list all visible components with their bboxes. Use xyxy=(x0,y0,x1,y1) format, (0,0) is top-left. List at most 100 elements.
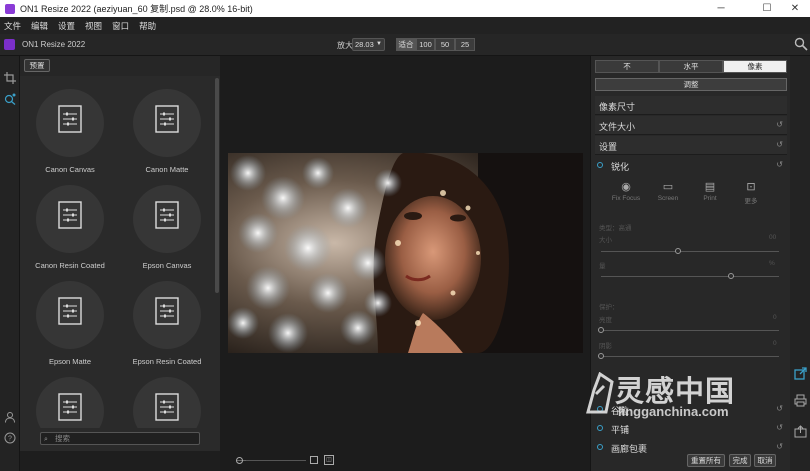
sharpen-print[interactable]: ▤ Print xyxy=(695,180,725,202)
section-settings[interactable]: 设置 ↺ xyxy=(595,136,787,155)
preset-canon-matte[interactable]: Canon Matte xyxy=(122,83,212,179)
reset-icon[interactable]: ↺ xyxy=(776,442,783,451)
zoom-50-button[interactable]: 50 xyxy=(435,38,455,51)
presets-search-input[interactable]: ⌕ 搜索 xyxy=(40,432,200,445)
help-icon[interactable]: ? xyxy=(4,432,16,444)
crop-icon[interactable] xyxy=(4,72,16,84)
adjust-button[interactable]: 调整 xyxy=(595,78,787,91)
threshold-slider-handle[interactable] xyxy=(727,273,734,279)
preset-label: Epson Canvas xyxy=(142,261,192,270)
sharpen-more[interactable]: ⊡ 更多 xyxy=(736,180,766,205)
reset-icon[interactable]: ↺ xyxy=(776,160,783,169)
preset-epson-canvas[interactable]: Epson Canvas xyxy=(122,179,212,275)
zoom-slider-rail xyxy=(246,460,306,461)
tab-horizontal[interactable]: 水平 xyxy=(659,60,723,73)
preset-epson-matte[interactable]: Epson Matte xyxy=(25,275,115,371)
preset-document-icon xyxy=(155,297,179,325)
section-sharpen[interactable]: 锐化 ↺ xyxy=(595,156,787,175)
preset-epson-resin-coated[interactable]: Epson Resin Coated xyxy=(122,275,212,371)
preset-label: Epson Matte xyxy=(48,357,92,366)
protect-brightness-label: 亮度 xyxy=(599,317,612,324)
zoom-tool-icon[interactable] xyxy=(793,36,809,52)
presets-header: 预置 xyxy=(20,56,220,76)
amount-slider-track[interactable] xyxy=(601,251,779,252)
done-button[interactable]: 完成 xyxy=(729,454,751,467)
close-button[interactable]: ✕ xyxy=(780,0,810,17)
section-pixel-dimensions[interactable]: 像素尺寸 xyxy=(595,96,787,115)
protect-shadows-handle[interactable] xyxy=(598,353,604,359)
app-logo-icon xyxy=(5,3,15,14)
amount-slider-handle[interactable] xyxy=(674,248,681,254)
toggle-icon[interactable] xyxy=(597,425,603,431)
preview-toggle-icon[interactable] xyxy=(310,456,318,464)
sharpen-type-label: Screen xyxy=(657,195,679,202)
preset-thumbnail xyxy=(133,89,201,157)
minimize-button[interactable]: ─ xyxy=(706,0,736,17)
preset-label: Canon Canvas xyxy=(45,165,95,174)
reset-icon[interactable]: ↺ xyxy=(776,140,783,149)
on1-logo-icon xyxy=(4,39,15,50)
zoom-select[interactable]: 28.03 ▼ xyxy=(352,38,385,51)
menu-bar: 文件 编辑 设置 视图 窗口 帮助 xyxy=(0,17,810,34)
photo-preview xyxy=(228,153,583,353)
print-icon[interactable] xyxy=(794,394,807,407)
compare-icon[interactable]: ◫ xyxy=(324,455,334,465)
protect-brightness-handle[interactable] xyxy=(598,327,604,333)
presets-scrollbar[interactable] xyxy=(215,78,219,293)
tab-pixels[interactable]: 像素 xyxy=(723,60,787,73)
presets-button[interactable]: 预置 xyxy=(24,59,50,72)
preset-item[interactable] xyxy=(25,371,115,428)
reset-icon[interactable]: ↺ xyxy=(776,423,783,432)
toggle-icon[interactable] xyxy=(597,162,603,168)
menu-edit[interactable]: 编辑 xyxy=(31,20,48,32)
toggle-icon[interactable] xyxy=(597,406,603,412)
zoom-25-button[interactable]: 25 xyxy=(455,38,475,51)
amount-value: 00 xyxy=(769,234,777,241)
menu-file[interactable]: 文件 xyxy=(4,20,21,32)
sharpen-type-label: 更多 xyxy=(744,198,758,205)
maximize-button[interactable]: ☐ xyxy=(752,0,782,17)
section-grain[interactable]: 谷粒 ↺ xyxy=(595,400,787,419)
menu-window[interactable]: 窗口 xyxy=(112,20,129,32)
user-icon[interactable] xyxy=(4,411,16,423)
section-tiling[interactable]: 平铺 ↺ xyxy=(595,419,787,438)
zoom-100-button[interactable]: 100 xyxy=(416,38,435,51)
toggle-icon[interactable] xyxy=(597,444,603,450)
threshold-slider-track[interactable] xyxy=(601,276,779,277)
protect-brightness-track[interactable] xyxy=(601,330,779,331)
top-toolbar: ON1 Resize 2022 放大 28.03 ▼ 适合 100 50 25 xyxy=(0,34,810,56)
refine-brush-icon[interactable] xyxy=(4,93,16,105)
image-canvas[interactable] xyxy=(220,56,590,451)
sharpen-screen[interactable]: ▭ Screen xyxy=(653,180,683,202)
export-icon[interactable] xyxy=(794,367,807,380)
zoom-slider-handle[interactable] xyxy=(236,457,243,464)
preset-canon-canvas[interactable]: Canon Canvas xyxy=(25,83,115,179)
presets-grid: Canon Canvas Canon Matte Canon Resin Coa… xyxy=(20,76,220,428)
canvas-bottom-bar: ◫ xyxy=(220,451,590,471)
preset-item[interactable] xyxy=(122,371,212,428)
menu-help[interactable]: 帮助 xyxy=(139,20,156,32)
preset-document-icon xyxy=(155,393,179,421)
reset-icon[interactable]: ↺ xyxy=(776,404,783,413)
mode-tabs: 不 水平 像素 xyxy=(595,60,787,73)
left-toolbar: ? xyxy=(0,56,20,471)
amount-label: 大小 xyxy=(599,237,612,244)
protect-shadows-track[interactable] xyxy=(601,356,779,357)
preset-document-icon xyxy=(58,201,82,229)
reset-icon[interactable]: ↺ xyxy=(776,120,783,129)
tab-none[interactable]: 不 xyxy=(595,60,659,73)
cancel-button[interactable]: 取消 xyxy=(754,454,776,467)
zoom-label: 放大 xyxy=(337,41,353,50)
reset-all-button[interactable]: 重置所有 xyxy=(687,454,725,467)
menu-view[interactable]: 视图 xyxy=(85,20,102,32)
preset-thumbnail xyxy=(36,185,104,253)
preset-canon-resin-coated[interactable]: Canon Resin Coated xyxy=(25,179,115,275)
sharpen-fix-focus[interactable]: ◉ Fix Focus xyxy=(611,180,641,202)
presets-panel: 预置 Canon Canvas Canon Matte Canon Resin … xyxy=(20,56,220,451)
more-icon: ⊡ xyxy=(746,181,756,193)
share-icon[interactable] xyxy=(794,425,807,438)
threshold-label: 量 xyxy=(599,263,606,270)
zoom-fit-button[interactable]: 适合 xyxy=(396,38,416,51)
menu-settings[interactable]: 设置 xyxy=(58,20,75,32)
section-document-size[interactable]: 文件大小 ↺ xyxy=(595,116,787,135)
